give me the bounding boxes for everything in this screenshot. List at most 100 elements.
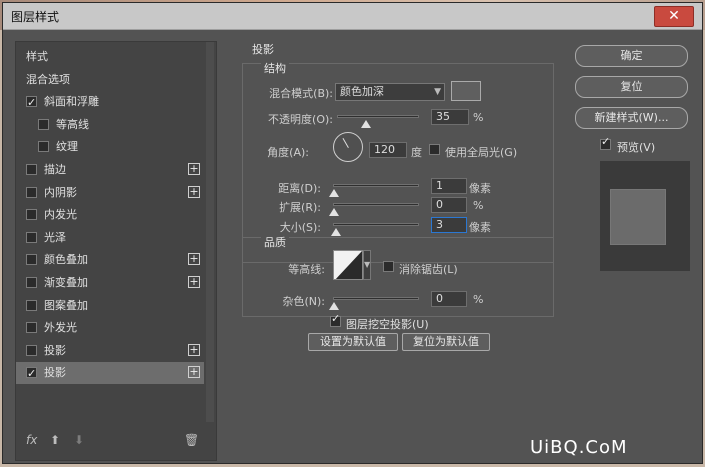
- sidebar-item-checkbox[interactable]: [26, 299, 37, 311]
- noise-input[interactable]: 0: [431, 291, 467, 307]
- move-up-icon[interactable]: ⬆: [50, 433, 60, 447]
- sidebar-item[interactable]: 内发光: [16, 204, 204, 226]
- preview-swatch: [610, 189, 666, 245]
- sidebar-item[interactable]: 投影 +: [16, 340, 204, 362]
- sidebar-item-checkbox[interactable]: [38, 141, 49, 153]
- structure-legend: 结构: [261, 60, 289, 76]
- sidebar-item-label: 样式: [26, 50, 48, 63]
- sidebar-item[interactable]: 描边 +: [16, 159, 204, 181]
- blend-mode-select[interactable]: 颜色加深 ▼: [335, 83, 445, 101]
- chevron-down-icon: ▼: [364, 260, 371, 269]
- add-effect-icon[interactable]: +: [188, 366, 200, 379]
- sidebar-item[interactable]: 等高线: [16, 114, 204, 136]
- add-effect-icon[interactable]: +: [188, 253, 200, 266]
- sidebar-item[interactable]: 投影 +: [16, 362, 204, 385]
- add-effect-icon[interactable]: +: [188, 276, 200, 288]
- knockout-checkbox[interactable]: [330, 312, 341, 327]
- sidebar-item-label: 描边: [44, 163, 66, 176]
- sidebar-item[interactable]: 纹理: [16, 136, 204, 158]
- new-style-button[interactable]: 新建样式(W)...: [575, 107, 688, 129]
- sidebar-item-label: 渐变叠加: [44, 276, 88, 289]
- sidebar-item-checkbox[interactable]: [26, 254, 37, 266]
- contour-picker[interactable]: [333, 250, 363, 280]
- sidebar-item-checkbox[interactable]: [26, 344, 37, 356]
- reset-button[interactable]: 复位: [575, 76, 688, 98]
- move-down-icon[interactable]: ⬇: [74, 433, 84, 447]
- add-effect-icon[interactable]: +: [188, 163, 200, 175]
- contour-dropdown[interactable]: ▼: [363, 250, 371, 280]
- size-input[interactable]: 3: [431, 217, 467, 233]
- opacity-input[interactable]: 35: [431, 109, 469, 125]
- sidebar-item[interactable]: 混合选项: [16, 69, 204, 91]
- sidebar-item-checkbox[interactable]: [38, 118, 49, 130]
- reset-default-button[interactable]: 复位为默认值: [402, 333, 490, 351]
- trash-icon[interactable]: 🗑: [184, 433, 199, 447]
- shadow-color-swatch[interactable]: [451, 81, 481, 101]
- sidebar-item-label: 等高线: [56, 117, 89, 131]
- sidebar-item-checkbox[interactable]: [26, 322, 37, 334]
- sidebar-item-checkbox[interactable]: [26, 231, 37, 243]
- spread-slider[interactable]: [333, 203, 419, 206]
- noise-slider[interactable]: [333, 297, 419, 300]
- sidebar-item-label: 颜色叠加: [44, 253, 88, 267]
- sidebar-item-label: 投影: [44, 366, 66, 380]
- sidebar-item-label: 光泽: [44, 230, 66, 244]
- sidebar-item-checkbox[interactable]: [26, 92, 37, 114]
- sidebar-item-label: 内阴影: [44, 185, 77, 199]
- sidebar-item[interactable]: 颜色叠加 +: [16, 249, 204, 271]
- sidebar-item[interactable]: 样式: [16, 46, 204, 68]
- distance-slider-handle[interactable]: [329, 189, 339, 197]
- style-preview: [600, 161, 690, 271]
- sidebar-item[interactable]: 斜面和浮雕: [16, 91, 204, 114]
- antialias-checkbox[interactable]: [383, 261, 394, 272]
- sidebar-item-checkbox[interactable]: [26, 164, 37, 175]
- noise-slider-handle[interactable]: [329, 302, 339, 310]
- sidebar-item[interactable]: 光泽: [16, 227, 204, 249]
- make-default-button[interactable]: 设置为默认值: [308, 333, 398, 351]
- style-list-scrollbar[interactable]: [206, 42, 214, 422]
- drop-shadow-settings: 投影 结构 混合模式(B): 颜色加深 ▼ 不透明度(O): 35 % 角度(A…: [234, 41, 564, 451]
- structure-group: 结构 混合模式(B): 颜色加深 ▼ 不透明度(O): 35 % 角度(A): …: [242, 60, 554, 263]
- spread-unit: %: [473, 199, 484, 212]
- spread-slider-handle[interactable]: [329, 208, 339, 216]
- angle-input[interactable]: 120: [369, 142, 407, 158]
- size-slider-handle[interactable]: [331, 228, 341, 236]
- close-button[interactable]: ✕: [654, 6, 694, 27]
- opacity-slider[interactable]: [337, 115, 419, 118]
- sidebar-item-checkbox[interactable]: [26, 363, 37, 385]
- chevron-down-icon: ▼: [434, 87, 441, 97]
- size-slider[interactable]: [333, 223, 419, 226]
- opacity-slider-handle[interactable]: [361, 120, 371, 128]
- section-title: 投影: [252, 43, 274, 56]
- distance-slider[interactable]: [333, 184, 419, 187]
- angle-unit: 度: [411, 146, 422, 159]
- sidebar-item-label: 混合选项: [26, 72, 70, 86]
- layer-style-dialog: 图层样式 ✕ fx ⬆ ⬇ 🗑 样式混合选项斜面和浮雕等高线纹理描边+内阴影+内…: [2, 2, 703, 464]
- add-effect-icon[interactable]: +: [188, 343, 200, 356]
- contour-label: 等高线:: [288, 263, 325, 276]
- angle-dial[interactable]: [333, 132, 363, 162]
- distance-input[interactable]: 1: [431, 178, 467, 194]
- add-effect-icon[interactable]: +: [188, 185, 200, 198]
- sidebar-item-checkbox[interactable]: [26, 186, 37, 198]
- quality-legend: 品质: [261, 234, 289, 250]
- preview-checkbox[interactable]: [600, 135, 611, 150]
- sidebar-item[interactable]: 内阴影 +: [16, 182, 204, 204]
- sidebar-item[interactable]: 图案叠加: [16, 295, 204, 317]
- sidebar-item-label: 内发光: [44, 208, 77, 222]
- sidebar-item-label: 斜面和浮雕: [44, 95, 99, 109]
- ok-button[interactable]: 确定: [575, 45, 688, 67]
- watermark: UiBQ.CoM: [530, 437, 628, 458]
- style-list-panel: fx ⬆ ⬇ 🗑 样式混合选项斜面和浮雕等高线纹理描边 + 内阴影 + 内发光光泽颜色叠…: [15, 41, 217, 461]
- global-light-label: 使用全局光(G): [445, 146, 518, 159]
- sidebar-item-checkbox[interactable]: [26, 209, 37, 221]
- blend-mode-value: 颜色加深: [340, 85, 384, 98]
- fx-icon[interactable]: fx: [26, 433, 37, 447]
- distance-unit: 像素: [469, 182, 491, 195]
- sidebar-item-checkbox[interactable]: [26, 277, 37, 288]
- sidebar-item-label: 图案叠加: [44, 298, 88, 312]
- sidebar-item[interactable]: 外发光: [16, 317, 204, 339]
- spread-input[interactable]: 0: [431, 197, 467, 213]
- sidebar-item[interactable]: 渐变叠加 +: [16, 272, 204, 294]
- global-light-checkbox[interactable]: [429, 144, 440, 155]
